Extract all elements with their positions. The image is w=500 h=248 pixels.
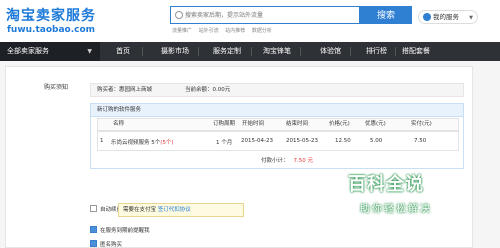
anonymous-label: 匿名购买: [100, 242, 123, 248]
sign-agreement-link[interactable]: 签订代扣协议: [158, 207, 191, 213]
row-period: 1 个月: [216, 140, 233, 146]
row-discount: 5.00: [370, 138, 383, 144]
watermark: 百科全说 助你轻松解决: [340, 170, 464, 225]
nav-item-photo[interactable]: 摄影市场: [161, 42, 189, 61]
row-end: 2015-05-23: [286, 138, 318, 144]
col-period: 订购周期: [213, 121, 236, 127]
subtotal-amount: 7.50 元: [293, 158, 314, 164]
auto-renew-tip: 需要在支付宝 签订代扣协议: [118, 203, 244, 217]
subtotal-label: 付款小计：: [261, 158, 289, 164]
site-header: 淘宝卖家服务 fuwu.taobao.com 搜索 流量推广 站外引流 站内推荐…: [0, 0, 500, 42]
quick-link[interactable]: 数据分析: [252, 28, 272, 34]
nav-item-experience[interactable]: 体验馆: [320, 42, 341, 61]
row-start: 2015-04-23: [241, 138, 273, 144]
watermark-title: 百科全说: [348, 174, 424, 195]
order-table-box: 新订购的软件服务 名称 订购周期 开始时间 结束时间 价格(元) 优惠(元) 实…: [90, 103, 464, 169]
service-name[interactable]: 乐尚云视频服务: [111, 140, 150, 146]
anonymous-checkbox[interactable]: [90, 240, 97, 247]
tip-text: 需要在支付宝: [123, 207, 157, 213]
row-index: 1: [100, 138, 104, 144]
site-logo[interactable]: 淘宝卖家服务: [6, 5, 96, 25]
anonymous-option[interactable]: 匿名购买: [90, 240, 122, 248]
nav-item-custom[interactable]: 服务定制: [213, 42, 241, 61]
table-header-row: [97, 118, 459, 131]
notify-checkbox[interactable]: [90, 226, 97, 233]
chevron-down-icon: ▼: [469, 15, 473, 21]
col-start: 开始时间: [242, 121, 265, 127]
nav-item-home[interactable]: 首页: [116, 42, 130, 61]
main-nav: 全部卖家服务 ▼ 首页 摄影市场 服务定制 淘宝锋笔 体验馆 排行榜 搭配套餐: [0, 42, 500, 61]
logo-url: fuwu.taobao.com: [7, 25, 96, 35]
service-tier: 5个: [151, 140, 161, 146]
buyer-name: 购买者：惠园网上商城: [97, 87, 153, 93]
quick-links: 流量推广 站外引流 站内推荐 数据分析: [172, 27, 277, 34]
col-discount: 优惠(元): [365, 121, 386, 127]
quick-link[interactable]: 流量推广: [172, 28, 192, 34]
my-services-label: 我的服务: [433, 13, 459, 21]
col-name: 名称: [113, 121, 125, 127]
auto-renew-checkbox[interactable]: [90, 205, 97, 212]
nav-divider: [300, 47, 301, 56]
service-tier-extra: (5个): [160, 140, 174, 146]
row-paid: 7.50: [414, 138, 427, 144]
col-paid: 实付(元): [411, 121, 432, 127]
balance: 当前余额：0.00元: [185, 87, 231, 93]
my-services-menu[interactable]: 我的服务 ▼: [418, 10, 478, 24]
nav-item-ranking[interactable]: 排行榜: [366, 42, 387, 61]
watermark-subtitle: 助你轻松解决: [360, 204, 432, 215]
row-price: 12.50: [335, 138, 351, 144]
row-name: 乐尚云视频服务 5个(5个): [111, 138, 174, 146]
chevron-down-icon: ▼: [87, 48, 92, 55]
all-services-label: 全部卖家服务: [7, 47, 49, 55]
nav-divider: [142, 47, 143, 56]
col-end: 结束时间: [286, 121, 309, 127]
nav-divider: [395, 47, 396, 56]
buyer-info: 购买者：惠园网上商城 当前余额：0.00元: [90, 83, 464, 97]
nav-divider: [350, 47, 351, 56]
subtotal: 付款小计： 7.50 元: [261, 156, 313, 164]
quick-link[interactable]: 站外引流: [199, 28, 219, 34]
nav-item-bundle[interactable]: 搭配套餐: [402, 42, 430, 61]
search-bar: 搜索: [170, 6, 412, 24]
nav-item-pen[interactable]: 淘宝锋笔: [263, 42, 291, 61]
notify-label: 在服务到期前提醒我: [100, 228, 150, 234]
user-icon: [423, 13, 431, 21]
order-table-title: 新订购的软件服务: [91, 104, 463, 117]
search-button[interactable]: 搜索: [360, 6, 412, 24]
search-box: [170, 6, 360, 24]
col-price: 价格(元): [329, 121, 350, 127]
logo-text: 淘宝卖家服务: [6, 8, 96, 24]
search-icon: [175, 11, 183, 19]
buy-notice-label: 购买须知: [44, 84, 69, 91]
search-input[interactable]: [185, 7, 355, 23]
quick-link[interactable]: 站内推荐: [225, 28, 245, 34]
notify-option[interactable]: 在服务到期前提醒我: [90, 226, 150, 234]
nav-divider: [251, 47, 252, 56]
nav-divider: [198, 47, 199, 56]
all-services-menu[interactable]: 全部卖家服务 ▼: [0, 42, 100, 61]
